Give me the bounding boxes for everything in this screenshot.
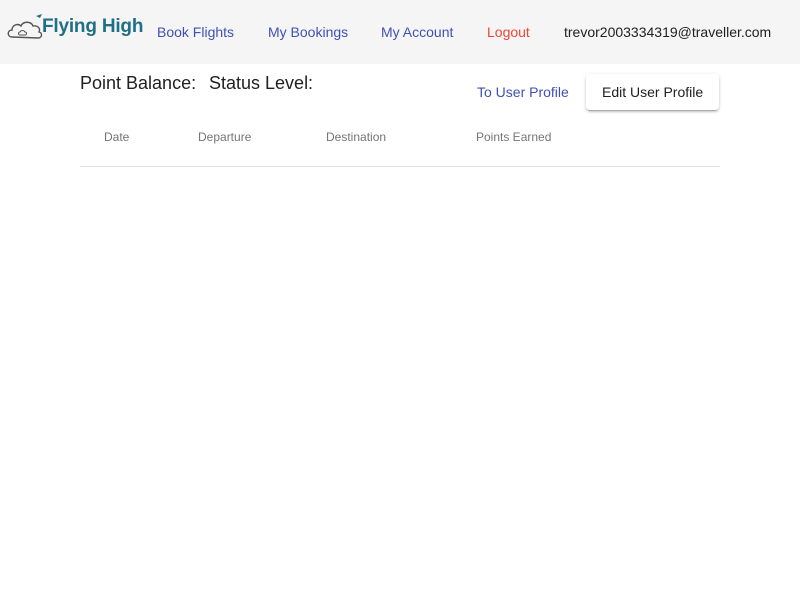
column-header-points-earned: Points Earned bbox=[476, 130, 552, 144]
app-logo[interactable]: Flying High bbox=[6, 11, 144, 43]
edit-user-profile-button[interactable]: Edit User Profile bbox=[586, 74, 720, 110]
nav-book-flights[interactable]: Book Flights bbox=[141, 14, 250, 50]
column-header-date: Date bbox=[104, 130, 130, 144]
app-header: Flying High Book Flights My Bookings My … bbox=[0, 0, 800, 64]
logo-text: Flying High bbox=[42, 16, 144, 37]
column-header-destination: Destination bbox=[326, 130, 387, 144]
status-level-label: Status Level: bbox=[209, 73, 314, 93]
cloud-plane-icon bbox=[7, 14, 43, 39]
nav-my-account[interactable]: My Account bbox=[365, 14, 469, 50]
to-user-profile-button[interactable]: To User Profile bbox=[461, 74, 585, 110]
points-history-table: Date Departure Destination Points Earned bbox=[80, 110, 720, 167]
column-header-departure: Departure bbox=[198, 130, 252, 144]
point-balance-label: Point Balance: bbox=[80, 73, 197, 93]
nav-my-bookings[interactable]: My Bookings bbox=[252, 14, 364, 50]
user-email: trevor2003334319@traveller.com bbox=[564, 24, 772, 40]
nav-logout[interactable]: Logout bbox=[471, 14, 546, 50]
